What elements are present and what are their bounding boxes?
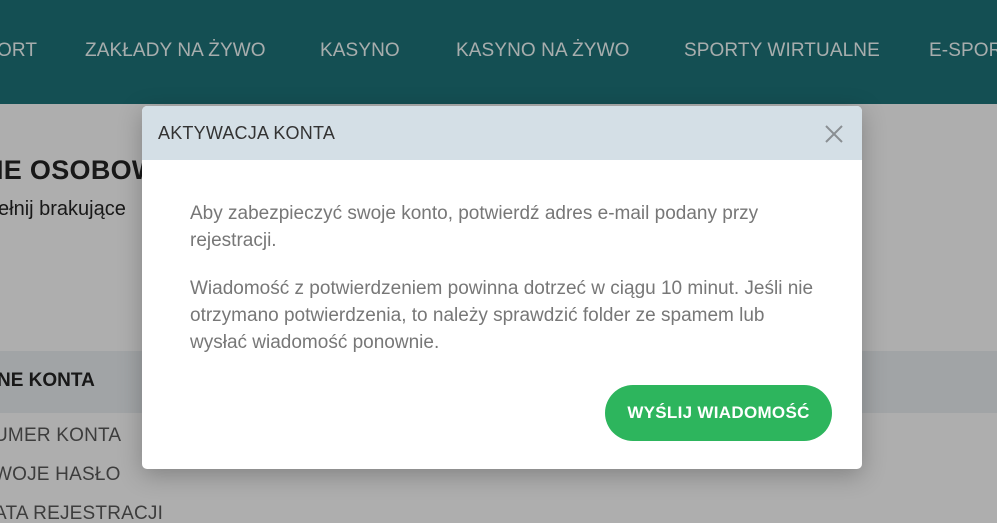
close-button[interactable] — [820, 120, 848, 148]
page: ORT ZAKŁADY NA ŻYWO KASYNO KASYNO NA ŻYW… — [0, 0, 997, 523]
modal-title: AKTYWACJA KONTA — [158, 123, 336, 143]
account-activation-modal: AKTYWACJA KONTA Aby zabezpieczyć swoje k… — [142, 106, 862, 469]
modal-paragraph-verify-email: Aby zabezpieczyć swoje konto, potwierdź … — [190, 203, 759, 251]
close-icon — [825, 125, 843, 143]
modal-paragraph-check-spam: Wiadomość z potwierdzeniem powinna dotrz… — [190, 278, 814, 353]
send-message-button[interactable]: WYŚLIJ WIADOMOŚĆ — [605, 385, 832, 441]
modal-header: AKTYWACJA KONTA — [142, 106, 862, 160]
